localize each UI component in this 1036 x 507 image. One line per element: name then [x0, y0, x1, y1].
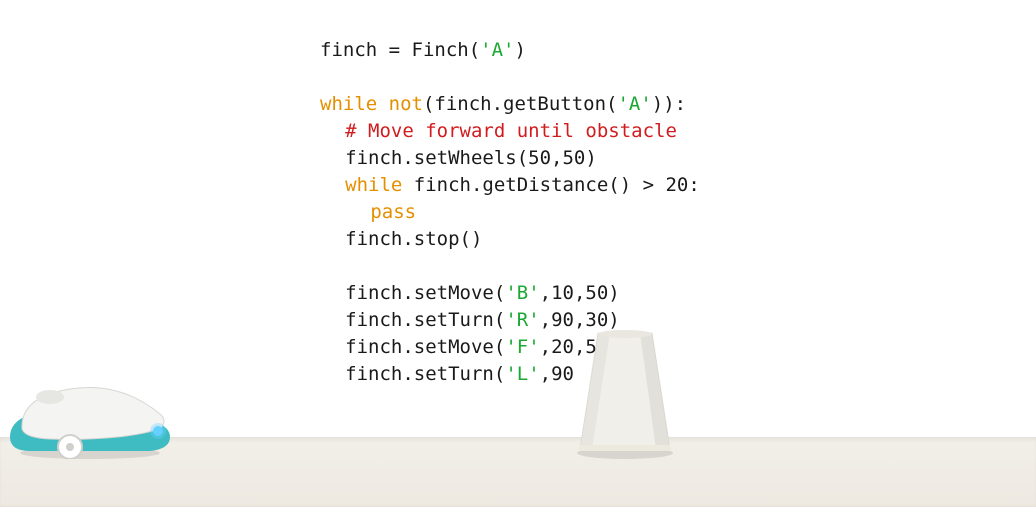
code-overlay: finch = Finch('A') while not(finch.getBu…: [320, 10, 700, 388]
finch-robot-icon: [0, 359, 180, 459]
code-line-13: finch.setTurn('L',90,30): [320, 363, 620, 385]
code-line-10: finch.setMove('B',10,50): [320, 282, 620, 304]
code-line-4: # Move forward until obstacle: [320, 120, 677, 142]
code-line-7: pass: [320, 201, 416, 223]
code-line-1: finch = Finch('A'): [320, 39, 526, 61]
code-line-11: finch.setTurn('R',90,30): [320, 309, 620, 331]
code-line-9: [320, 255, 331, 277]
code-line-12: finch.setMove('F',20,50): [320, 336, 620, 358]
code-line-3: while not(finch.getButton('A')):: [320, 93, 686, 115]
code-line-6: while finch.getDistance() > 20:: [320, 174, 700, 196]
code-line-2: [320, 66, 331, 88]
code-line-8: finch.stop(): [320, 228, 482, 250]
finch-robot: [0, 359, 180, 459]
code-line-5: finch.setWheels(50,50): [320, 147, 597, 169]
